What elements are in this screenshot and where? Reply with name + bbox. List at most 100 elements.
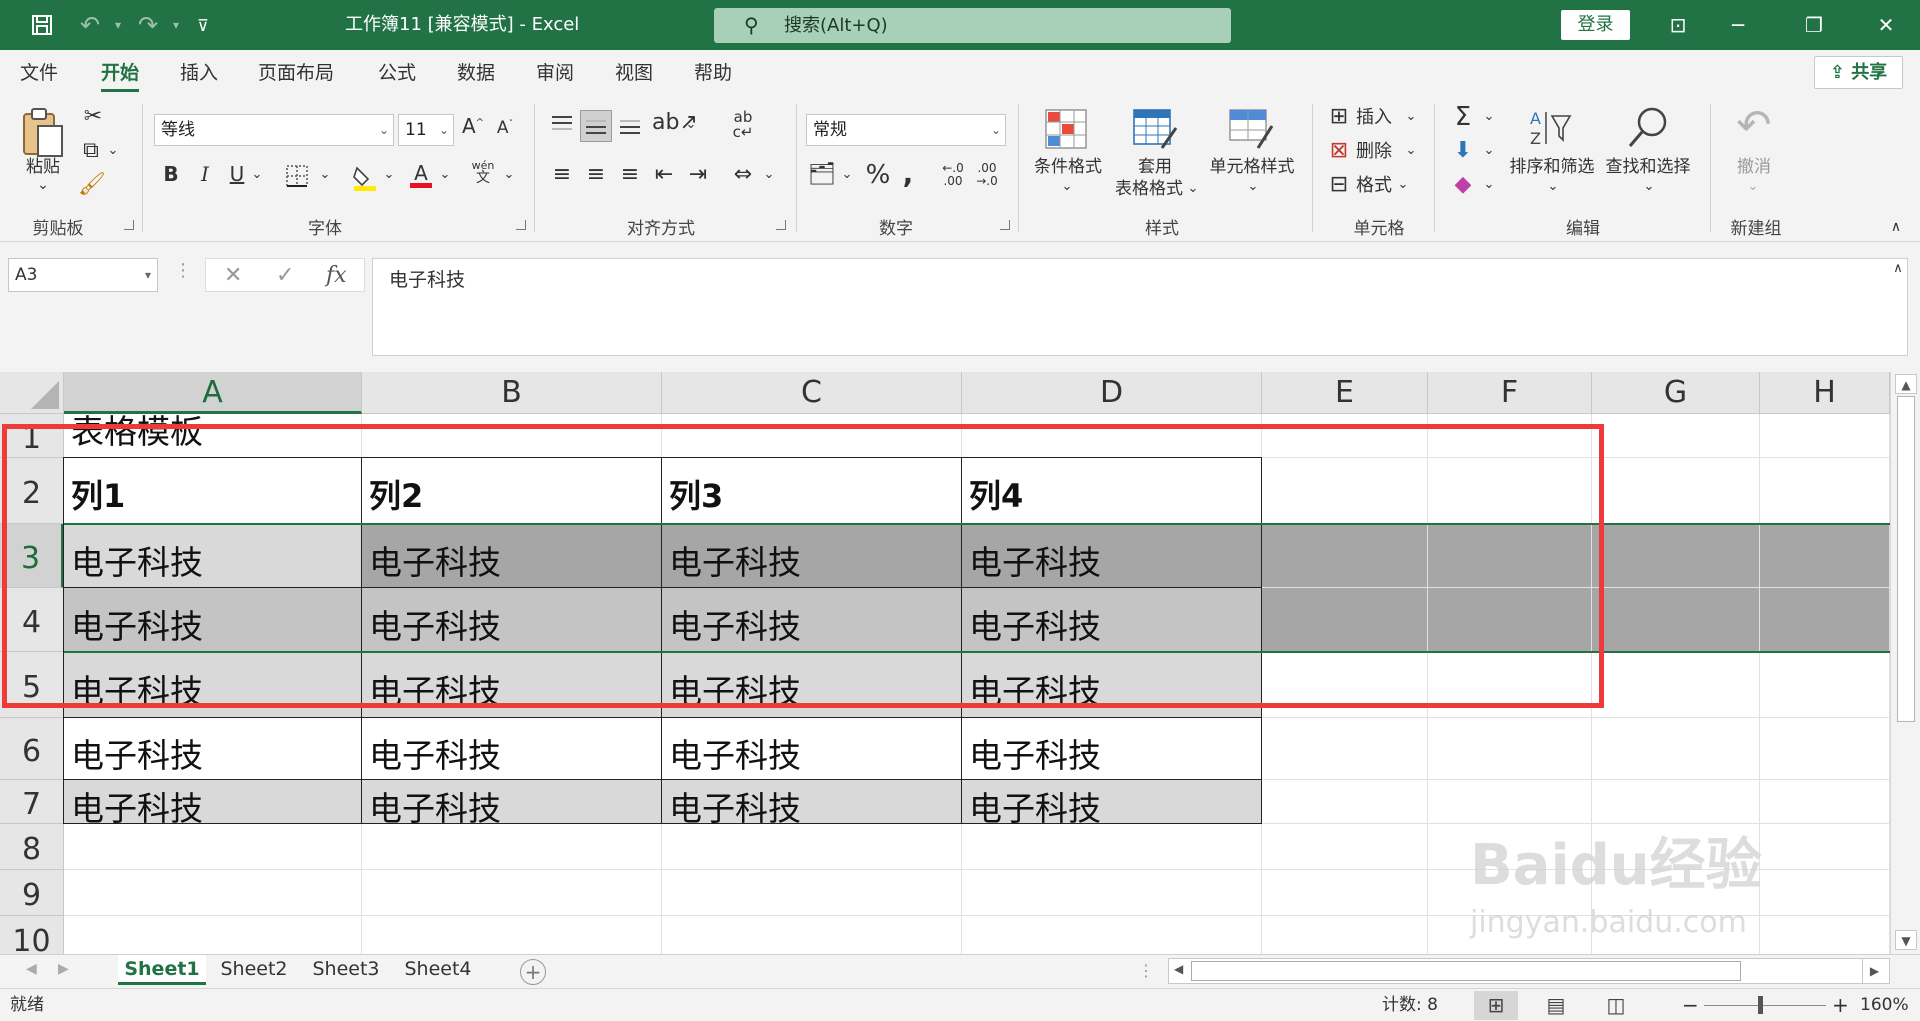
cell-styles-dropdown-icon[interactable]: ⌄ <box>1246 180 1260 193</box>
format-dropdown-icon[interactable]: ⌄ <box>1396 178 1410 191</box>
table-data-cell[interactable]: 电子科技 <box>362 718 662 780</box>
horizontal-scroll-thumb[interactable] <box>1191 961 1741 981</box>
tab-review[interactable]: 审阅 <box>536 50 574 96</box>
page-break-preview-icon[interactable]: ◫ <box>1594 991 1638 1020</box>
sheet-tab-sheet3[interactable]: Sheet3 <box>302 955 390 985</box>
table-data-cell[interactable]: 电子科技 <box>362 524 662 588</box>
redo-dropdown-icon[interactable]: ▾ <box>168 0 184 50</box>
column-header-c[interactable]: C <box>662 372 962 414</box>
row-header-2[interactable]: 2 <box>0 458 64 524</box>
decrease-font-size-icon[interactable]: Aˇ <box>492 120 518 137</box>
clipboard-dialog-launcher[interactable] <box>124 220 134 230</box>
page-layout-view-icon[interactable]: ▤ <box>1534 991 1578 1020</box>
table-header-cell[interactable]: 列1 <box>64 458 362 524</box>
row-header-5[interactable]: 5 <box>0 652 64 718</box>
column-header-h[interactable]: H <box>1760 372 1890 414</box>
tab-insert[interactable]: 插入 <box>180 50 218 96</box>
name-box[interactable]: A3 ▾ <box>8 258 158 292</box>
format-as-table-label-2[interactable]: 表格格式 <box>1106 178 1192 200</box>
accounting-format-icon[interactable]: 🗂 <box>808 164 836 186</box>
alignment-dialog-launcher[interactable] <box>776 220 786 230</box>
wrap-text-icon[interactable]: ab c↵ <box>728 110 758 140</box>
font-color-icon[interactable]: A <box>408 160 434 195</box>
find-select-label[interactable]: 查找和选择 <box>1602 156 1694 178</box>
tab-home[interactable]: 开始 <box>101 50 140 96</box>
undo-ribbon-label[interactable]: 撤消 <box>1724 156 1784 178</box>
vertical-scrollbar[interactable]: ▲ ▼ <box>1890 372 1920 954</box>
table-data-cell[interactable]: 电子科技 <box>662 652 962 718</box>
tab-file[interactable]: 文件 <box>20 50 58 96</box>
paste-label[interactable]: 粘贴 <box>16 156 70 178</box>
align-right-icon[interactable]: ≡ <box>616 164 644 186</box>
scroll-up-icon[interactable]: ▲ <box>1895 374 1917 394</box>
format-cells-label[interactable]: 格式 <box>1356 174 1392 198</box>
tab-data[interactable]: 数据 <box>457 50 495 96</box>
redo-icon[interactable]: ↷ <box>128 0 168 50</box>
bold-icon[interactable]: B <box>160 164 182 184</box>
tab-help[interactable]: 帮助 <box>694 50 732 96</box>
table-data-cell[interactable]: 电子科技 <box>64 652 362 718</box>
table-header-cell[interactable]: 列4 <box>962 458 1262 524</box>
scroll-right-icon[interactable]: ▶ <box>1862 959 1886 983</box>
table-data-cell[interactable]: 电子科技 <box>64 588 362 652</box>
sheet-nav-prev-icon[interactable]: ◀ <box>26 961 37 977</box>
tab-formulas[interactable]: 公式 <box>378 50 416 96</box>
table-data-cell[interactable]: 电子科技 <box>662 524 962 588</box>
tab-view[interactable]: 视图 <box>615 50 653 96</box>
search-box[interactable]: ⚲ 搜索(Alt+Q) <box>714 8 1231 43</box>
fill-icon[interactable]: ⬇ <box>1450 140 1476 162</box>
row-header-3[interactable]: 3 <box>0 524 64 588</box>
row-header-1[interactable]: 1 <box>0 414 64 458</box>
format-table-dropdown-icon[interactable]: ⌄ <box>1186 182 1200 195</box>
italic-icon[interactable]: I <box>194 164 216 184</box>
align-left-icon[interactable]: ≡ <box>548 164 576 186</box>
insert-cells-icon[interactable]: ⊞ <box>1326 106 1352 128</box>
number-format-select[interactable]: 常规 ⌄ <box>806 114 1006 146</box>
delete-dropdown-icon[interactable]: ⌄ <box>1404 144 1418 157</box>
table-data-cell[interactable]: 电子科技 <box>662 780 962 824</box>
formula-bar-grip-icon[interactable]: ⋮ <box>174 262 192 280</box>
sheet-tab-sheet1[interactable]: Sheet1 <box>118 955 206 985</box>
conditional-formatting-label[interactable]: 条件格式 <box>1026 156 1110 178</box>
table-data-cell[interactable]: 电子科技 <box>362 588 662 652</box>
table-header-cell[interactable]: 列2 <box>362 458 662 524</box>
row-header-7[interactable]: 7 <box>0 780 64 824</box>
select-all-button[interactable] <box>0 372 64 414</box>
fill-dropdown-icon[interactable]: ⌄ <box>1482 144 1496 157</box>
undo-icon[interactable]: ↶ <box>70 0 110 50</box>
cancel-icon[interactable]: ✕ <box>224 263 242 288</box>
table-data-cell[interactable]: 电子科技 <box>64 718 362 780</box>
phonetic-dropdown-icon[interactable]: ⌄ <box>502 168 516 181</box>
find-select-icon[interactable] <box>1624 104 1672 152</box>
row-header-8[interactable]: 8 <box>0 824 64 870</box>
restore-icon[interactable]: ❐ <box>1784 0 1844 50</box>
merge-center-icon[interactable]: ⇔ <box>728 164 758 186</box>
close-icon[interactable]: ✕ <box>1856 0 1916 50</box>
table-data-cell[interactable]: 电子科技 <box>64 780 362 824</box>
table-data-cell[interactable]: 电子科技 <box>962 652 1262 718</box>
autosum-icon[interactable]: Σ <box>1450 104 1476 130</box>
table-data-cell[interactable]: 电子科技 <box>64 524 362 588</box>
decrease-decimal-icon[interactable]: .00 →.0 <box>972 162 1002 188</box>
font-dialog-launcher[interactable] <box>516 220 526 230</box>
increase-indent-icon[interactable]: ⇥ <box>684 164 712 186</box>
conditional-formatting-icon[interactable] <box>1044 108 1088 152</box>
add-sheet-icon[interactable]: + <box>520 959 546 985</box>
sort-filter-icon[interactable]: AZ <box>1526 106 1574 152</box>
table-data-cell[interactable]: 电子科技 <box>662 588 962 652</box>
sheet-tab-sheet4[interactable]: Sheet4 <box>394 955 482 985</box>
row-header-6[interactable]: 6 <box>0 718 64 780</box>
accounting-dropdown-icon[interactable]: ⌄ <box>840 168 854 181</box>
find-select-dropdown-icon[interactable]: ⌄ <box>1642 180 1656 193</box>
ribbon-display-icon[interactable]: ⊡ <box>1648 0 1708 50</box>
sort-filter-dropdown-icon[interactable]: ⌄ <box>1546 180 1560 193</box>
horizontal-scrollbar[interactable]: ◀ ▶ <box>1168 958 1890 984</box>
column-header-d[interactable]: D <box>962 372 1262 414</box>
normal-view-icon[interactable]: ⊞ <box>1474 991 1518 1020</box>
insert-function-icon[interactable]: fx <box>326 263 347 288</box>
zoom-slider-thumb[interactable] <box>1758 996 1763 1014</box>
table-data-cell[interactable]: 电子科技 <box>962 524 1262 588</box>
borders-icon[interactable] <box>284 164 310 193</box>
expand-formula-bar-icon[interactable]: ∧ <box>1888 262 1908 275</box>
row-header-10[interactable]: 10 <box>0 916 64 954</box>
